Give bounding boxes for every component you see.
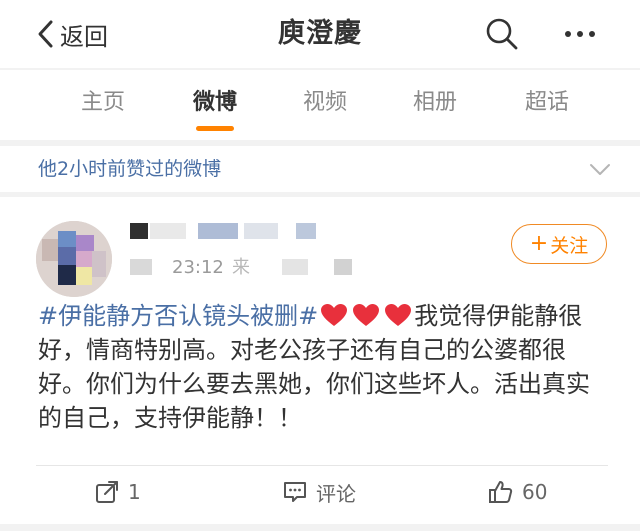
- follow-label: 关注: [550, 234, 589, 257]
- username-redacted-block: [198, 223, 238, 239]
- post-text: #伊能静方否认镜头被删# 我觉得伊能静很好，情商特别高。对老公孩子还有自己的公婆都…: [38, 299, 606, 435]
- weibo-post-card: 23:12 来 + 关注 #伊能静方否认镜头被删# 我觉得伊能静很好，情商特别高。…: [0, 197, 640, 524]
- page-title: 庾澄慶: [278, 18, 362, 49]
- heart-icon: [385, 304, 412, 326]
- username-redacted[interactable]: [130, 223, 148, 239]
- post-hashtag[interactable]: #伊能静方否认镜头被删#: [38, 302, 318, 330]
- repost-icon: [96, 481, 118, 503]
- comment-icon: [284, 482, 306, 502]
- more-icon[interactable]: [560, 16, 600, 52]
- chevron-down-icon: [590, 164, 610, 175]
- username-redacted-block: [296, 223, 316, 239]
- repost-button[interactable]: 1: [94, 477, 141, 507]
- post-source: 来: [232, 257, 250, 278]
- liked-posts-label: 他2小时前赞过的微博: [38, 158, 222, 180]
- tab-supertopic[interactable]: 超话: [522, 86, 572, 120]
- meta-redacted-block: [282, 259, 308, 275]
- like-button[interactable]: 60: [488, 477, 547, 507]
- username-redacted-block: [244, 223, 278, 239]
- plus-icon: +: [529, 231, 549, 256]
- meta-redacted-block: [130, 259, 152, 275]
- tab-home[interactable]: 主页: [78, 86, 128, 120]
- profile-tabs: 主页 微博 视频 相册 超话: [0, 70, 640, 140]
- top-nav-bar: 返回 庾澄慶: [0, 0, 640, 68]
- username-redacted-block: [150, 223, 186, 239]
- repost-count: 1: [128, 480, 141, 504]
- divider: [36, 465, 608, 466]
- post-time: 23:12: [172, 257, 224, 278]
- meta-redacted-block: [334, 259, 352, 275]
- liked-posts-filter[interactable]: 他2小时前赞过的微博: [0, 146, 640, 192]
- tab-videos[interactable]: 视频: [300, 86, 350, 120]
- heart-icon: [353, 304, 380, 326]
- avatar[interactable]: [36, 221, 112, 297]
- comment-button[interactable]: 评论: [282, 477, 356, 507]
- thumbs-up-icon: [489, 481, 513, 503]
- tab-weibo[interactable]: 微博: [188, 86, 242, 120]
- search-icon[interactable]: [484, 16, 520, 52]
- like-count: 60: [522, 480, 548, 504]
- follow-button[interactable]: + 关注: [511, 224, 607, 264]
- active-tab-indicator: [196, 126, 234, 131]
- comment-label: 评论: [316, 481, 356, 506]
- tab-albums[interactable]: 相册: [410, 86, 460, 120]
- heart-icon: [321, 304, 348, 326]
